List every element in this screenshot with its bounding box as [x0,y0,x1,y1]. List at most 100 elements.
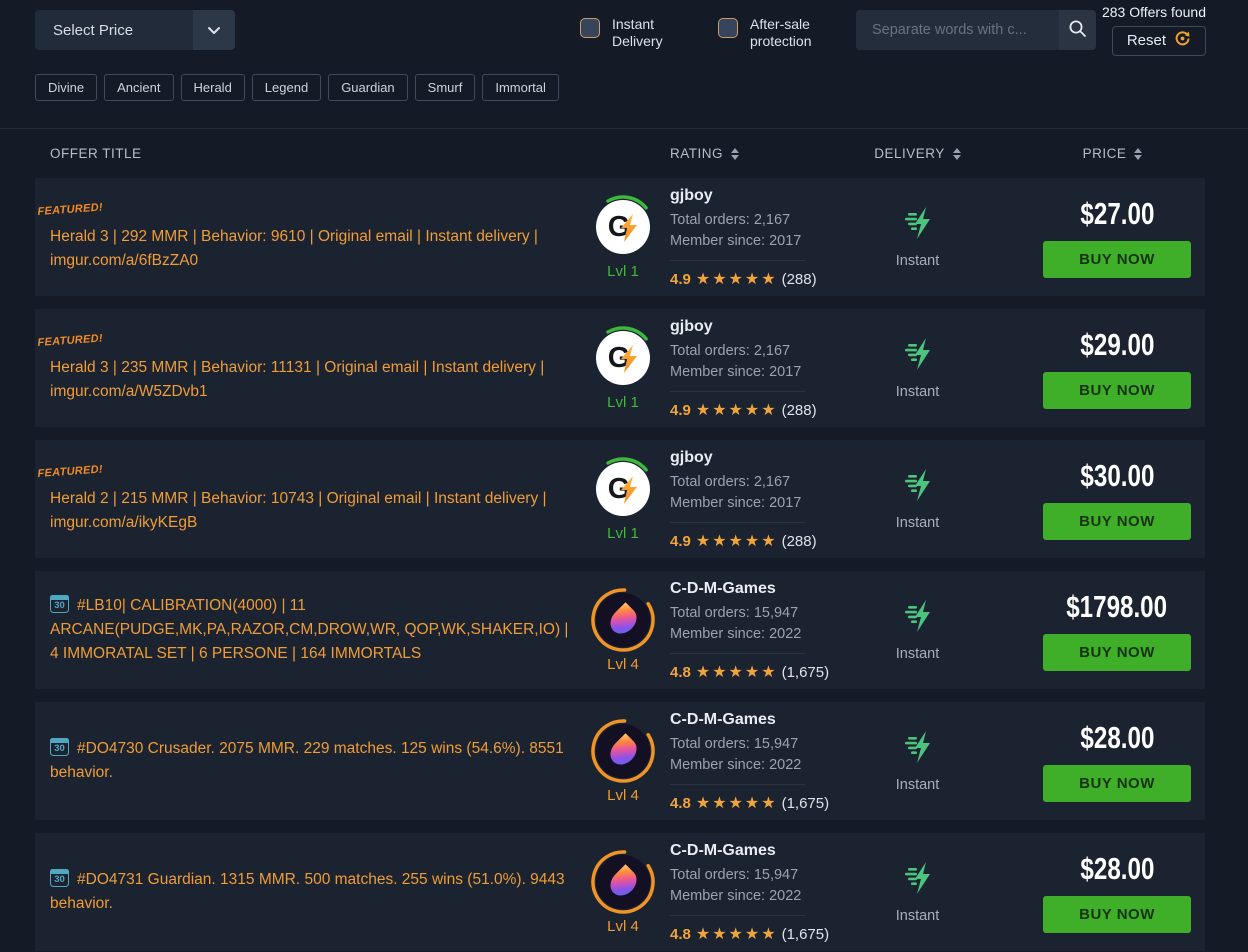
offers-table-header: OFFER TITLE RATING DELIVERY PRICE [0,128,1248,178]
seller-avatar[interactable]: G Lvl 1 [590,194,656,280]
avatar[interactable]: G [596,331,650,385]
divider [670,653,805,654]
offer-title-link[interactable]: #DO4730 Crusader. 2075 MMR. 229 matches.… [50,740,564,781]
offer-row[interactable]: FEATURED! Herald 2 | 215 MMR | Behavior:… [35,440,1205,558]
filter-chip-divine[interactable]: Divine [35,74,97,101]
seller-level-badge: Lvl 4 [590,918,656,935]
seller-avatar[interactable]: Lvl 4 [590,587,656,673]
buy-now-button[interactable]: BUY NOW [1043,896,1191,933]
seller-name[interactable]: C-D-M-Games [670,580,829,598]
delivery-cell: Instant [840,337,995,400]
offer-row[interactable]: 30 #DO4730 Crusader. 2075 MMR. 229 match… [35,702,1205,820]
filter-chip-guardian[interactable]: Guardian [328,74,407,101]
price-cell: $28.00 BUY NOW [995,720,1205,802]
seller-level-badge: Lvl 4 [590,656,656,673]
offer-title-link[interactable]: Herald 3 | 235 MMR | Behavior: 11131 | O… [50,359,544,400]
buy-now-button[interactable]: BUY NOW [1043,503,1191,540]
seller-avatar[interactable]: Lvl 4 [590,849,656,935]
column-header-delivery[interactable]: DELIVERY [840,146,995,161]
buy-now-button[interactable]: BUY NOW [1043,372,1191,409]
buy-now-button[interactable]: BUY NOW [1043,634,1191,671]
offer-title-cell: 30 #DO4731 Guardian. 1315 MMR. 500 match… [35,854,590,930]
seller-rating: 4.9 ★★★★★ (288) [670,531,817,551]
delivery-type-label: Instant [896,384,940,400]
column-header-offer-title: OFFER TITLE [35,146,590,161]
lightning-bolt-icon [620,214,640,247]
instant-delivery-checkbox[interactable] [580,18,600,38]
instant-delivery-checkbox-group[interactable]: Instant Delivery [580,16,676,50]
offer-row[interactable]: 30 #DO4731 Guardian. 1315 MMR. 500 match… [35,833,1205,951]
delivery-type-label: Instant [896,777,940,793]
offer-row[interactable]: 30 #LB10| CALIBRATION(4000) | 11 ARCANE(… [35,571,1205,689]
price-cell: $27.00 BUY NOW [995,196,1205,278]
search-input[interactable] [856,10,1059,50]
seller-member-since: Member since: 2017 [670,493,817,514]
seller-avatar[interactable]: G Lvl 1 [590,325,656,411]
avatar[interactable] [596,593,650,647]
offer-title-link[interactable]: #LB10| CALIBRATION(4000) | 11 ARCANE(PUD… [50,597,568,662]
price-select-dropdown[interactable]: Select Price [35,10,235,50]
filter-chip-immortal[interactable]: Immortal [482,74,559,101]
offer-title-cell: 30 #LB10| CALIBRATION(4000) | 11 ARCANE(… [35,580,590,680]
seller-avatar[interactable]: G Lvl 1 [590,456,656,542]
avatar[interactable]: G [596,200,650,254]
offer-title-link[interactable]: Herald 2 | 215 MMR | Behavior: 10743 | O… [50,490,547,531]
offer-title-link[interactable]: #DO4731 Guardian. 1315 MMR. 500 matches.… [50,871,565,912]
offers-found-count: 283 Offers found [1102,4,1206,20]
avatar[interactable]: G [596,462,650,516]
sort-icon[interactable] [953,148,961,160]
offer-price: $1798.00 [1067,589,1168,625]
filter-chip-ancient[interactable]: Ancient [104,74,173,101]
seller-name[interactable]: C-D-M-Games [670,842,829,860]
instant-delivery-icon [900,337,936,376]
price-cell: $30.00 BUY NOW [995,458,1205,540]
seller-avatar[interactable]: Lvl 4 [590,718,656,804]
results-box: 283 Offers found Reset [1102,4,1206,56]
divider [670,784,805,785]
reset-button[interactable]: Reset [1112,26,1206,56]
flame-icon [605,864,642,901]
delivery-cell: Instant [840,730,995,793]
review-count: (1,675) [782,926,830,943]
seller-cell: G Lvl 1 gjboy Total orders: 2,167 Member… [590,316,840,420]
filter-chip-legend[interactable]: Legend [252,74,321,101]
after-sale-checkbox[interactable] [718,18,738,38]
column-header-rating[interactable]: RATING [590,146,840,161]
filter-bar: Select Price Instant Delivery After-sale… [0,0,1248,64]
seller-level-badge: Lvl 1 [590,525,656,542]
buy-now-button[interactable]: BUY NOW [1043,241,1191,278]
sort-icon[interactable] [1134,148,1142,160]
rating-value: 4.8 [670,926,691,943]
after-sale-checkbox-group[interactable]: After-sale protection [718,16,834,50]
avatar[interactable] [596,724,650,778]
sort-icon[interactable] [731,148,739,160]
search-button[interactable] [1059,10,1096,50]
chevron-down-icon[interactable] [193,10,235,50]
seller-rating: 4.9 ★★★★★ (288) [670,269,817,289]
seller-cell: Lvl 4 C-D-M-Games Total orders: 15,947 M… [590,578,840,682]
seller-name[interactable]: gjboy [670,449,817,467]
offer-title-cell: FEATURED! Herald 3 | 292 MMR | Behavior:… [35,188,590,287]
rating-value: 4.9 [670,271,691,288]
seller-name[interactable]: gjboy [670,318,817,336]
offer-price: $28.00 [1080,851,1154,887]
avatar[interactable] [596,855,650,909]
offer-title-link[interactable]: Herald 3 | 292 MMR | Behavior: 9610 | Or… [50,228,538,269]
delivery-type-label: Instant [896,515,940,531]
seller-total-orders: Total orders: 15,947 [670,603,829,624]
search-icon [1068,19,1087,41]
offer-row[interactable]: FEATURED! Herald 3 | 235 MMR | Behavior:… [35,309,1205,427]
offer-row[interactable]: FEATURED! Herald 3 | 292 MMR | Behavior:… [35,178,1205,296]
buy-now-button[interactable]: BUY NOW [1043,765,1191,802]
seller-name[interactable]: gjboy [670,187,817,205]
seller-member-since: Member since: 2022 [670,886,829,907]
column-header-price[interactable]: PRICE [995,146,1205,161]
price-cell: $1798.00 BUY NOW [995,589,1205,671]
star-icons: ★★★★★ [696,662,778,682]
seller-name[interactable]: C-D-M-Games [670,711,829,729]
review-count: (288) [782,402,817,419]
filter-chip-smurf[interactable]: Smurf [415,74,476,101]
review-count: (288) [782,271,817,288]
filter-chip-herald[interactable]: Herald [181,74,245,101]
divider [670,260,805,261]
